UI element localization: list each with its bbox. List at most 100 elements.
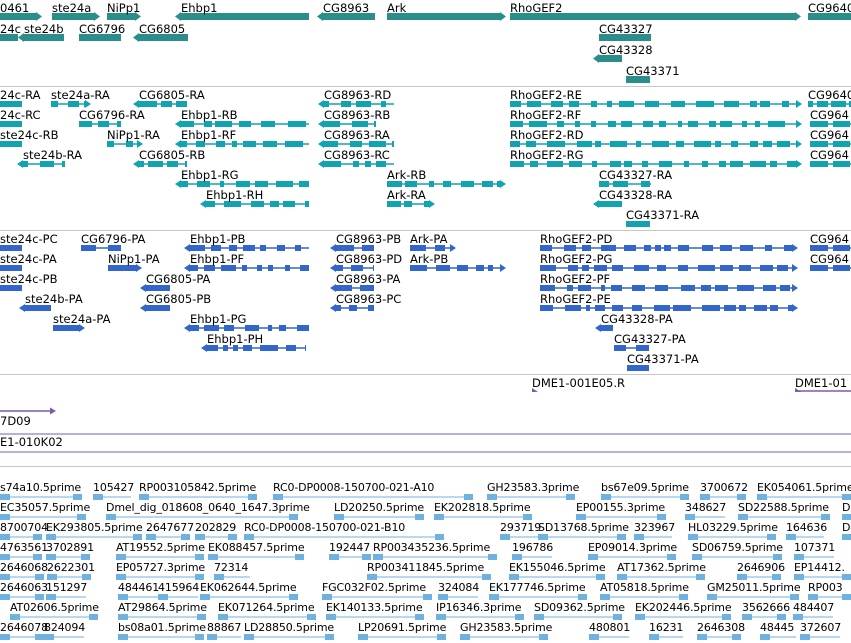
feature-label[interactable]: EK177746.5prime (489, 581, 586, 594)
est-block[interactable] (794, 554, 804, 560)
est-block[interactable] (596, 574, 605, 580)
est-block[interactable] (464, 494, 473, 500)
feature-label[interactable]: Ark-PA (410, 233, 447, 246)
transcript-exon[interactable] (750, 101, 757, 107)
feature-label[interactable]: EK088457.5prime (208, 541, 305, 554)
feature-label[interactable]: Ehbp1-RF (181, 129, 236, 142)
feature-label[interactable]: CG43327-PA (614, 333, 686, 346)
est-block[interactable] (512, 554, 522, 560)
feature-label[interactable]: 3700672 (700, 481, 748, 494)
est-block[interactable] (35, 574, 44, 580)
feature-label[interactable]: ste24a-PA (53, 313, 110, 326)
feature-label[interactable]: 88867 (207, 621, 241, 634)
feature-label[interactable]: 192447 (329, 541, 370, 554)
protein-exon[interactable] (720, 245, 732, 251)
est-block[interactable] (334, 514, 344, 520)
est-block[interactable] (33, 534, 42, 540)
feature-label[interactable]: CG8963 (323, 2, 369, 15)
feature-label[interactable]: CG8963-PA (336, 273, 400, 286)
feature-label[interactable]: NiPp1 (107, 2, 140, 15)
transcript-exon[interactable] (688, 121, 698, 127)
est-block[interactable] (0, 554, 10, 560)
est-block[interactable] (842, 534, 851, 540)
feature-label[interactable]: 8700704 (0, 521, 48, 534)
transcript-exon[interactable] (659, 161, 672, 167)
feature-label[interactable]: DME1-01 (795, 377, 847, 390)
est-block[interactable] (842, 514, 851, 520)
est-block[interactable] (566, 494, 575, 500)
est-block[interactable] (195, 554, 204, 560)
transcript-exon[interactable] (709, 121, 716, 127)
feature-label[interactable]: ste24b-RA (23, 149, 82, 162)
est-block[interactable] (500, 534, 510, 540)
feature-label[interactable]: 2646308 (697, 621, 745, 634)
feature-label[interactable]: CG964 (810, 129, 849, 142)
strand-arrow[interactable] (792, 304, 798, 312)
feature-label[interactable]: ste24c-PB (0, 273, 58, 286)
est-block[interactable] (601, 494, 611, 500)
feature-label[interactable]: 2646063 (0, 581, 48, 594)
feature-label[interactable]: AT19552.5prime (116, 541, 205, 554)
feature-label[interactable]: ste24b (24, 23, 64, 36)
protein-exon[interactable] (701, 285, 711, 291)
est-block[interactable] (93, 494, 103, 500)
protein-exon[interactable] (268, 265, 273, 271)
est-block[interactable] (423, 594, 432, 600)
feature-label[interactable]: RC0-DP0008-150700-021-A10 (273, 481, 434, 494)
transcript-exon[interactable] (624, 161, 632, 167)
feature-label[interactable]: CG43328-PA (601, 313, 673, 326)
protein-exon[interactable] (681, 285, 695, 291)
feature-label[interactable]: EP14412. (794, 561, 845, 574)
feature-label[interactable]: D (842, 501, 850, 514)
est-block[interactable] (489, 594, 499, 600)
est-block[interactable] (289, 594, 298, 600)
est-block[interactable] (657, 514, 666, 520)
protein-exon[interactable] (285, 265, 290, 271)
feature-label[interactable]: RP003435236.5prime (373, 541, 490, 554)
est-block[interactable] (146, 534, 156, 540)
est-block[interactable] (273, 494, 283, 500)
feature-label[interactable]: CG6805 (139, 23, 185, 36)
feature-label[interactable]: EC35057.5prime (0, 501, 90, 514)
protein-exon[interactable] (268, 325, 272, 331)
protein-exon[interactable] (720, 265, 733, 271)
feature-label[interactable]: CG43327-RA (599, 169, 672, 182)
feature-label[interactable]: NiPp1-RA (107, 129, 160, 142)
feature-label[interactable]: D (842, 521, 850, 534)
feature-label[interactable]: 484407 (793, 601, 834, 614)
est-block[interactable] (737, 494, 746, 500)
protein-exon[interactable] (678, 245, 689, 251)
protein-exon[interactable] (488, 265, 493, 271)
feature-label[interactable]: 323967 (634, 521, 675, 534)
est-block[interactable] (700, 494, 710, 500)
protein-exon[interactable] (698, 265, 715, 271)
protein-exon[interactable] (300, 265, 309, 271)
feature-label[interactable]: RhoGEF2-RE (510, 89, 582, 102)
feature-label[interactable]: E1-010K02 (0, 436, 63, 449)
est-block[interactable] (488, 554, 497, 560)
feature-label[interactable]: CG964 (810, 149, 849, 162)
feature-label[interactable]: Ehbp1-PG (190, 313, 246, 326)
est-block[interactable] (326, 614, 336, 620)
feature-label[interactable]: LD28850.5prime (244, 621, 334, 634)
transcript-exon[interactable] (768, 121, 785, 127)
est-block[interactable] (0, 494, 10, 500)
feature-label[interactable]: EK202818.5prime (434, 501, 531, 514)
est-block[interactable] (46, 554, 56, 560)
strand-arrow[interactable] (429, 200, 435, 208)
feature-label[interactable]: RhoGEF2-RG (510, 149, 583, 162)
feature-label[interactable]: EK062644.5prime (200, 581, 297, 594)
est-block[interactable] (757, 494, 767, 500)
strand-arrow[interactable] (500, 12, 506, 21)
est-block[interactable] (373, 554, 383, 560)
transcript-exon[interactable] (592, 161, 597, 167)
est-block[interactable] (35, 634, 44, 640)
transcript-exon[interactable] (652, 141, 669, 147)
feature-label[interactable]: 324084 (438, 581, 479, 594)
transcript-exon[interactable] (694, 141, 711, 147)
est-block[interactable] (218, 614, 228, 620)
feature-label[interactable]: DME1-001E05.R (532, 377, 625, 390)
feature-label[interactable]: CG43328 (599, 44, 653, 57)
feature-label[interactable]: Ark-PB (410, 253, 448, 266)
protein-exon[interactable] (664, 245, 671, 251)
